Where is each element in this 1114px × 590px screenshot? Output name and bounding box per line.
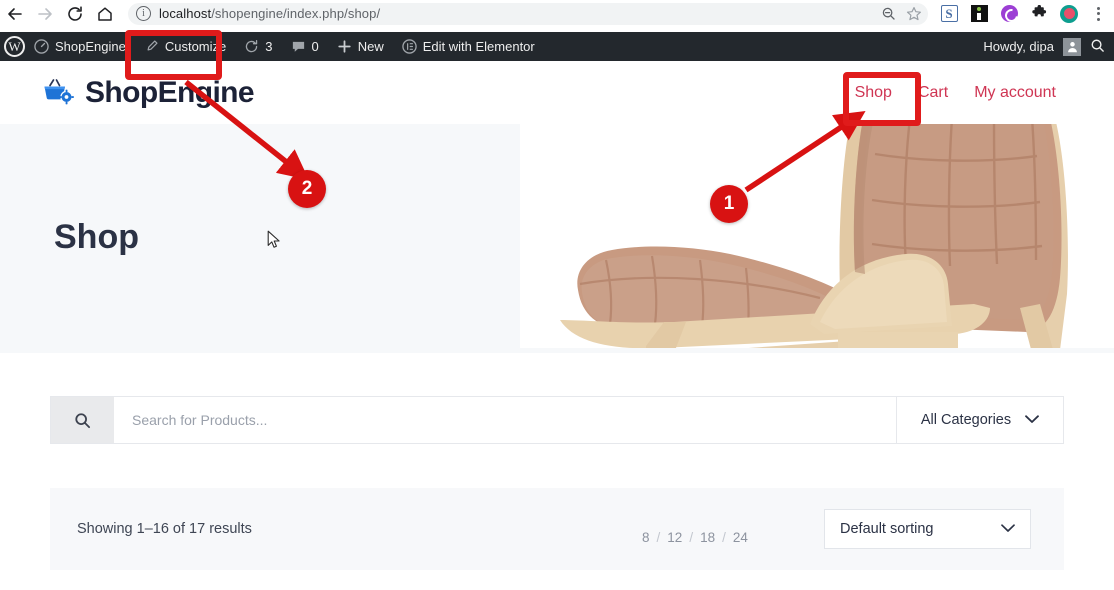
adminbar-item-customize[interactable]: Customize <box>135 32 235 61</box>
mouse-cursor <box>267 230 281 255</box>
per-page-18[interactable]: 18 <box>700 530 715 545</box>
chevron-down-icon <box>1001 521 1015 537</box>
results-count: Showing 1–16 of 17 results <box>77 521 252 537</box>
site-nav: Shop Cart My account <box>855 84 1056 102</box>
zoom-out-icon[interactable] <box>881 6 896 21</box>
per-page-8[interactable]: 8 <box>642 530 650 545</box>
per-page-separator-3: / <box>722 530 726 545</box>
adminbar-item-edit-with-elementor[interactable]: Edit with Elementor <box>393 32 544 61</box>
dashboard-icon <box>34 39 49 54</box>
user-avatar-icon[interactable] <box>1063 37 1081 56</box>
site-logo[interactable]: ShopEngine <box>42 75 255 110</box>
url-text: localhost/shopengine/index.php/shop/ <box>159 6 381 21</box>
category-select[interactable]: All Categories <box>896 397 1063 443</box>
adminbar-label-shopengine: ShopEngine <box>55 39 126 54</box>
results-toolbar: Showing 1–16 of 17 results 8 / 12 / 18 /… <box>50 488 1064 570</box>
adminbar-label-new: New <box>357 39 384 54</box>
puzzle-extensions-icon[interactable] <box>1030 5 1048 23</box>
admin-search-icon[interactable] <box>1090 38 1105 56</box>
scribe-extension-icon[interactable]: S <box>940 5 958 23</box>
chevron-down-icon <box>1025 412 1040 428</box>
grammarly-extension-icon[interactable] <box>1000 5 1018 23</box>
wordpress-logo-icon[interactable]: W <box>4 36 25 57</box>
adminbar-label-customize: Customize <box>164 39 227 54</box>
magnifier-icon[interactable] <box>51 397 114 443</box>
products-per-page: 8 / 12 / 18 / 24 <box>642 530 748 545</box>
site-header: ShopEngine Shop Cart My account <box>0 61 1114 124</box>
annotation-badge-1: 1 <box>710 185 748 223</box>
adminbar-howdy[interactable]: Howdy, dipa <box>983 39 1054 54</box>
adminbar-item-shopengine[interactable]: ShopEngine <box>25 32 135 61</box>
sorting-select[interactable]: Default sorting <box>824 509 1031 549</box>
page-title: Shop <box>54 218 139 256</box>
shop-basket-gear-icon <box>42 78 76 108</box>
chrome-menu-kebab-icon[interactable] <box>1090 6 1106 21</box>
category-select-label: All Categories <box>920 412 1012 428</box>
updates-icon <box>244 39 259 54</box>
per-page-24[interactable]: 24 <box>733 530 748 545</box>
comments-icon <box>291 39 306 54</box>
home-icon[interactable] <box>90 0 120 27</box>
site-info-icon[interactable]: i <box>136 6 151 21</box>
nav-item-cart[interactable]: Cart <box>918 84 948 102</box>
elementor-icon <box>402 39 417 54</box>
adminbar-item-comments[interactable]: 0 <box>282 32 328 61</box>
hero-banner: Shop <box>0 124 1114 353</box>
nav-item-my-account[interactable]: My account <box>974 84 1056 102</box>
adminbar-item-updates[interactable]: 3 <box>235 32 281 61</box>
adminbar-label-updates: 3 <box>265 39 273 54</box>
product-search-panel: All Categories <box>50 396 1064 444</box>
back-arrow-icon[interactable] <box>0 0 30 27</box>
nav-item-shop[interactable]: Shop <box>855 84 892 102</box>
adminbar-item-new[interactable]: New <box>328 32 393 61</box>
browser-window: i localhost/shopengine/index.php/shop/ S <box>0 0 1114 590</box>
sorting-select-label: Default sorting <box>840 521 934 537</box>
star-bookmark-icon[interactable] <box>906 6 922 22</box>
extensions-strip: S <box>934 0 1114 27</box>
wordpress-admin-bar: W ShopEngine Customize 3 0 New Edit with… <box>0 32 1114 61</box>
plus-icon <box>337 39 352 54</box>
hero-chair-image <box>520 124 1114 353</box>
per-page-separator-2: / <box>689 530 694 545</box>
per-page-12[interactable]: 12 <box>667 530 682 545</box>
adminbar-label-elementor: Edit with Elementor <box>422 39 535 54</box>
annotation-badge-2: 2 <box>288 170 326 208</box>
paintbrush-icon <box>144 39 159 54</box>
address-bar[interactable]: i localhost/shopengine/index.php/shop/ <box>128 2 928 25</box>
info-extension-icon[interactable] <box>970 5 988 23</box>
search-input[interactable] <box>114 397 896 443</box>
browser-toolbar: i localhost/shopengine/index.php/shop/ S <box>0 0 1114 27</box>
site-logo-text: ShopEngine <box>85 75 255 109</box>
reload-icon[interactable] <box>60 0 90 27</box>
adminbar-label-comments: 0 <box>311 39 319 54</box>
per-page-separator-1: / <box>656 530 661 545</box>
profile-avatar-icon[interactable] <box>1060 4 1078 23</box>
forward-arrow-icon[interactable] <box>30 0 60 27</box>
